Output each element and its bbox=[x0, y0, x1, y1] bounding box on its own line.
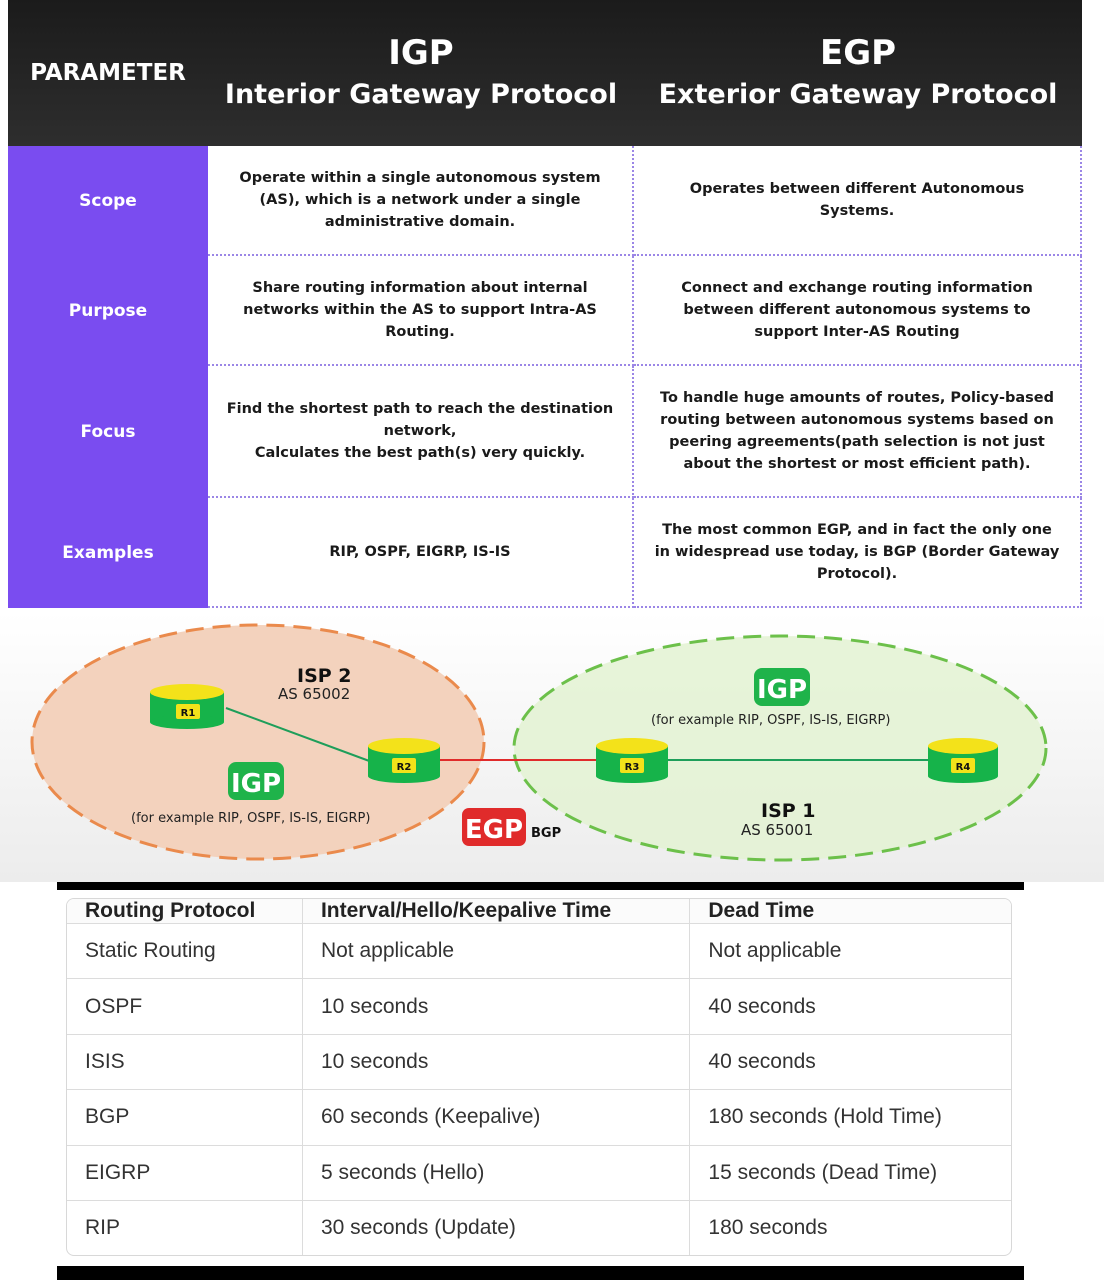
router-r1: R1 bbox=[150, 684, 224, 729]
timers-header-protocol: Routing Protocol bbox=[67, 899, 303, 924]
router-r2-label: R2 bbox=[397, 762, 412, 773]
egp-scope-cell: Operates between different Autonomous Sy… bbox=[634, 146, 1082, 256]
separator-bar-bottom bbox=[57, 1266, 1024, 1280]
egp-examples-cell: The most common EGP, and in fact the onl… bbox=[634, 498, 1082, 608]
isp1-name: ISP 1 bbox=[761, 800, 816, 822]
interval-cell: 5 seconds (Hello) bbox=[302, 1145, 691, 1202]
router-r3-label: R3 bbox=[625, 762, 640, 773]
interval-cell: 10 seconds bbox=[302, 978, 691, 1035]
routing-timers-table: Routing Protocol Interval/Hello/Keepaliv… bbox=[66, 898, 1012, 1256]
router-r1-label: R1 bbox=[181, 708, 196, 719]
table-row: BGP 60 seconds (Keepalive) 180 seconds (… bbox=[67, 1089, 1011, 1146]
dead-time-cell: 40 seconds bbox=[689, 978, 1011, 1035]
igp-note-right: (for example RIP, OSPF, IS-IS, EIGRP) bbox=[651, 713, 890, 728]
isp2-as: AS 65002 bbox=[278, 685, 350, 703]
igp-egp-comparison-table: PARAMETER IGP Interior Gateway Protocol … bbox=[8, 0, 1082, 610]
egp-purpose-cell: Connect and exchange routing information… bbox=[634, 256, 1082, 366]
table-row: EIGRP 5 seconds (Hello) 15 seconds (Dead… bbox=[67, 1145, 1011, 1202]
router-r4-label: R4 bbox=[956, 762, 971, 773]
egp-note: BGP bbox=[531, 826, 561, 841]
header-igp: IGP Interior Gateway Protocol bbox=[208, 0, 634, 146]
dead-time-cell: 40 seconds bbox=[689, 1034, 1011, 1091]
timers-header-interval: Interval/Hello/Keepalive Time bbox=[302, 899, 691, 924]
timers-header-row: Routing Protocol Interval/Hello/Keepaliv… bbox=[67, 899, 1011, 924]
igp-purpose-cell: Share routing information about internal… bbox=[208, 256, 634, 366]
protocol-cell: ISIS bbox=[67, 1034, 303, 1091]
table-row: Static Routing Not applicable Not applic… bbox=[67, 923, 1011, 980]
header-egp-abbr: EGP bbox=[819, 33, 897, 73]
param-purpose: Purpose bbox=[8, 256, 208, 366]
isp2-name: ISP 2 bbox=[297, 665, 352, 687]
igp-scope-cell: Operate within a single autonomous syste… bbox=[208, 146, 634, 256]
protocol-cell: BGP bbox=[67, 1089, 303, 1146]
dead-time-cell: Not applicable bbox=[689, 923, 1011, 980]
egp-focus-cell: To handle huge amounts of routes, Policy… bbox=[634, 366, 1082, 498]
table-row: ISIS 10 seconds 40 seconds bbox=[67, 1034, 1011, 1091]
separator-bar-top bbox=[57, 882, 1024, 890]
dead-time-cell: 180 seconds bbox=[708, 1216, 828, 1240]
router-r4: R4 bbox=[928, 738, 998, 783]
param-scope: Scope bbox=[8, 146, 208, 256]
protocol-cell: EIGRP bbox=[67, 1145, 303, 1202]
header-igp-abbr: IGP bbox=[388, 33, 454, 73]
timers-header-dead: Dead Time bbox=[689, 899, 1011, 924]
table-row: OSPF 10 seconds 40 seconds bbox=[67, 978, 1011, 1035]
igp-badge-left-label: IGP bbox=[231, 769, 281, 799]
interval-cell: 30 seconds (Update) bbox=[302, 1200, 691, 1255]
isp1-as: AS 65001 bbox=[741, 821, 813, 839]
protocol-cell: OSPF bbox=[67, 978, 303, 1035]
param-examples: Examples bbox=[8, 498, 208, 608]
dead-time-cell: 180 seconds (Hold Time) bbox=[689, 1089, 1011, 1146]
header-igp-full: Interior Gateway Protocol bbox=[224, 79, 618, 110]
interval-cell: 10 seconds bbox=[302, 1034, 691, 1091]
network-diagram: R1 R2 R3 R4 ISP 2 AS 65002 IGP (for exam… bbox=[0, 612, 1104, 882]
header-egp-full: Exterior Gateway Protocol bbox=[658, 79, 1058, 110]
igp-note-left: (for example RIP, OSPF, IS-IS, EIGRP) bbox=[131, 811, 370, 826]
igp-badge-right-label: IGP bbox=[757, 675, 807, 705]
param-focus: Focus bbox=[8, 366, 208, 498]
table-row: RIP 30 seconds (Update) 180 seconds bbox=[67, 1200, 1011, 1255]
router-r3: R3 bbox=[596, 738, 668, 783]
dead-time-cell: 15 seconds (Dead Time) bbox=[689, 1145, 1011, 1202]
header-parameter-label: PARAMETER bbox=[30, 60, 186, 86]
protocol-cell: Static Routing bbox=[67, 923, 303, 980]
router-r2: R2 bbox=[368, 738, 440, 783]
igp-focus-cell: Find the shortest path to reach the dest… bbox=[208, 366, 634, 498]
header-egp: EGP Exterior Gateway Protocol bbox=[634, 0, 1082, 146]
interval-cell: 60 seconds (Keepalive) bbox=[302, 1089, 691, 1146]
header-parameter: PARAMETER bbox=[8, 0, 208, 146]
interval-cell: Not applicable bbox=[302, 923, 691, 980]
igp-examples-cell: RIP, OSPF, EIGRP, IS-IS bbox=[208, 498, 634, 608]
egp-badge-label: EGP bbox=[465, 815, 523, 845]
protocol-cell: RIP bbox=[67, 1200, 303, 1255]
